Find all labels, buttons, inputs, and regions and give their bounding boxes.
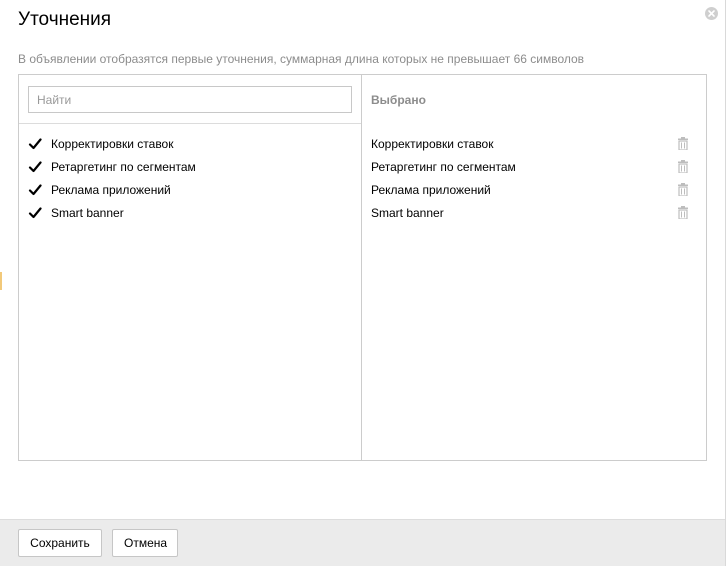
- selected-item: Корректировки ставок: [362, 132, 706, 155]
- edge-marker: [0, 272, 2, 290]
- trash-icon[interactable]: [677, 160, 689, 174]
- selected-list: Корректировки ставок Ретаргетинг по сегм…: [362, 124, 706, 224]
- selected-panel: Выбрано Корректировки ставок Ретаргетинг…: [362, 75, 706, 460]
- selected-label: Корректировки ставок: [371, 136, 494, 151]
- option-item[interactable]: Ретаргетинг по сегментам: [19, 155, 361, 178]
- trash-icon[interactable]: [677, 137, 689, 151]
- cancel-button[interactable]: Отмена: [112, 529, 178, 557]
- check-icon: [28, 206, 42, 220]
- option-item[interactable]: Реклама приложений: [19, 178, 361, 201]
- search-input[interactable]: [28, 86, 352, 113]
- selected-label: Реклама приложений: [371, 182, 491, 197]
- option-label: Корректировки ставок: [51, 136, 174, 151]
- refinements-dialog: Уточнения В объявлении отобразятся первы…: [0, 0, 726, 566]
- selected-label: Smart banner: [371, 205, 444, 220]
- close-icon[interactable]: [705, 7, 718, 20]
- option-list: Корректировки ставок Ретаргетинг по сегм…: [19, 124, 361, 224]
- selected-item: Ретаргетинг по сегментам: [362, 155, 706, 178]
- selected-header: Выбрано: [371, 93, 426, 107]
- option-item[interactable]: Smart banner: [19, 201, 361, 224]
- available-panel: Корректировки ставок Ретаргетинг по сегм…: [19, 75, 362, 460]
- trash-icon[interactable]: [677, 183, 689, 197]
- hint-text: В объявлении отобразятся первые уточнени…: [18, 52, 585, 66]
- option-item[interactable]: Корректировки ставок: [19, 132, 361, 155]
- save-button[interactable]: Сохранить: [18, 529, 102, 557]
- option-label: Smart banner: [51, 205, 124, 220]
- option-label: Реклама приложений: [51, 182, 171, 197]
- selected-item: Smart banner: [362, 201, 706, 224]
- option-label: Ретаргетинг по сегментам: [51, 159, 196, 174]
- dialog-footer: Сохранить Отмена: [0, 519, 725, 566]
- check-icon: [28, 183, 42, 197]
- trash-icon[interactable]: [677, 206, 689, 220]
- dialog-title: Уточнения: [18, 9, 112, 30]
- check-icon: [28, 160, 42, 174]
- check-icon: [28, 137, 42, 151]
- selected-item: Реклама приложений: [362, 178, 706, 201]
- selected-label: Ретаргетинг по сегментам: [371, 159, 516, 174]
- refinements-panels: Корректировки ставок Ретаргетинг по сегм…: [18, 74, 707, 461]
- search-bar: [19, 75, 361, 124]
